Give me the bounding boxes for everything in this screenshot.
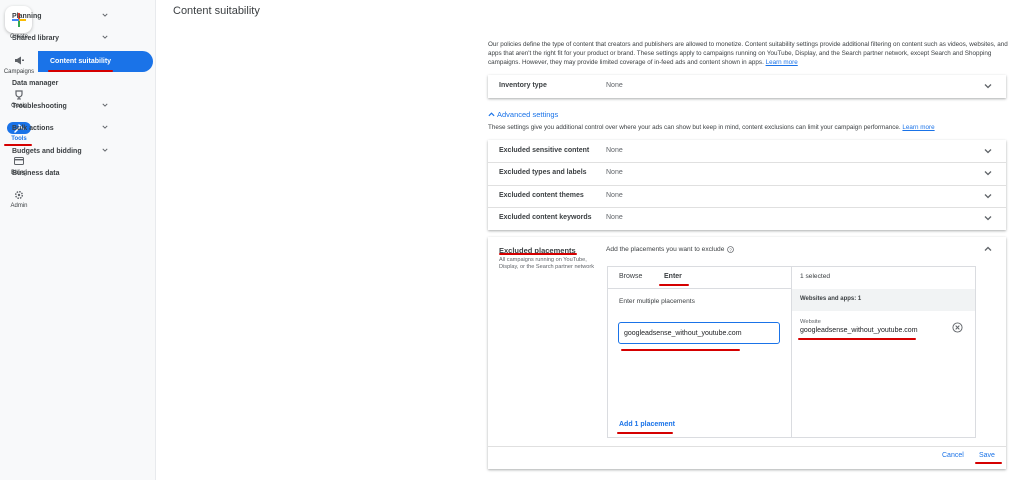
svg-text:?: ? xyxy=(730,247,733,252)
chevron-down-icon xyxy=(984,149,992,154)
help-icon[interactable]: ? xyxy=(727,246,735,253)
tab-browse[interactable]: Browse xyxy=(619,273,642,280)
chevron-down-icon xyxy=(984,216,992,221)
excluded-content-themes-row[interactable]: Excluded content themes None xyxy=(488,186,1006,208)
selected-group-label: Websites and apps: 1 xyxy=(800,296,862,302)
selected-count: 1 selected xyxy=(800,273,831,280)
rail-item-admin[interactable]: Admin xyxy=(0,190,38,209)
excluded-types-and-labels-row[interactable]: Excluded types and labels None xyxy=(488,163,1006,185)
tab-enter[interactable]: Enter xyxy=(664,273,682,280)
chevron-down-icon xyxy=(102,148,108,152)
learn-more-link[interactable]: Learn more xyxy=(766,59,798,66)
annotation-underline-enter-tab xyxy=(659,284,689,286)
subnav-item-bulk-actions[interactable]: Bulk actions xyxy=(2,118,116,139)
subnav-item-budgets-and-bidding[interactable]: Budgets and bidding xyxy=(2,141,116,162)
chevron-down-icon xyxy=(102,125,108,129)
subnav-item-business-data[interactable]: Business data xyxy=(2,163,116,184)
chevron-up-icon[interactable] xyxy=(984,245,992,253)
subnav-item-planning[interactable]: Planning xyxy=(2,6,116,27)
annotation-underline-input xyxy=(621,349,740,351)
placements-entry-panel xyxy=(607,266,792,438)
excluded-placements-subtitle: All campaigns running on YouTube, Displa… xyxy=(499,257,595,270)
subnav-item-troubleshooting[interactable]: Troubleshooting xyxy=(2,96,116,117)
chevron-up-icon xyxy=(488,112,495,117)
placements-textarea[interactable]: googleadsense_without_youtube.com xyxy=(618,322,780,344)
selected-item-value: googleadsense_without_youtube.com xyxy=(800,327,918,334)
chevron-down-icon xyxy=(102,13,108,17)
advanced-settings-toggle[interactable]: Advanced settings xyxy=(488,110,558,119)
chevron-down-icon xyxy=(984,171,992,176)
save-button[interactable]: Save xyxy=(979,452,995,459)
advanced-learn-more-link[interactable]: Learn more xyxy=(902,124,934,131)
advanced-settings-card: Excluded sensitive content None Excluded… xyxy=(488,140,1006,230)
subnav-item-shared-library[interactable]: Shared library xyxy=(2,28,116,49)
enter-placements-hint: Enter multiple placements xyxy=(619,298,695,305)
add-placement-button[interactable]: Add 1 placement xyxy=(619,421,675,428)
annotation-underline-excluded-placements xyxy=(499,253,577,255)
footer-divider xyxy=(488,446,1006,447)
advanced-settings-description: These settings give you additional contr… xyxy=(488,124,935,131)
chevron-down-icon xyxy=(984,194,992,199)
left-rail: Create Campaigns Goals Tools Billing Adm… xyxy=(0,0,38,480)
subnav-item-content-suitability[interactable]: Content suitability xyxy=(38,51,153,72)
selected-item-type: Website xyxy=(800,319,821,325)
excluded-content-keywords-row[interactable]: Excluded content keywords None xyxy=(488,208,1006,230)
gear-icon xyxy=(11,190,27,201)
megaphone-icon xyxy=(11,56,27,67)
page-title: Content suitability xyxy=(173,5,260,17)
annotation-underline-save xyxy=(975,462,1002,464)
placements-instruction: Add the placements you want to exclude ? xyxy=(606,246,735,253)
annotation-underline-selected-item xyxy=(798,338,916,340)
inventory-type-row[interactable]: Inventory type None xyxy=(488,75,1006,98)
cancel-button[interactable]: Cancel xyxy=(942,452,964,459)
chevron-down-icon xyxy=(102,35,108,39)
annotation-underline-content-suitability xyxy=(48,70,113,72)
tools-subnav xyxy=(38,0,156,480)
excluded-sensitive-content-row[interactable]: Excluded sensitive content None xyxy=(488,140,1006,162)
page-description: Our policies define the type of content … xyxy=(488,41,1008,66)
annotation-underline-add-placement xyxy=(617,432,673,434)
subnav-item-data-manager[interactable]: Data manager xyxy=(2,73,116,94)
chevron-down-icon xyxy=(102,103,108,107)
chevron-down-icon xyxy=(984,84,992,89)
remove-circle-icon[interactable] xyxy=(952,322,963,333)
